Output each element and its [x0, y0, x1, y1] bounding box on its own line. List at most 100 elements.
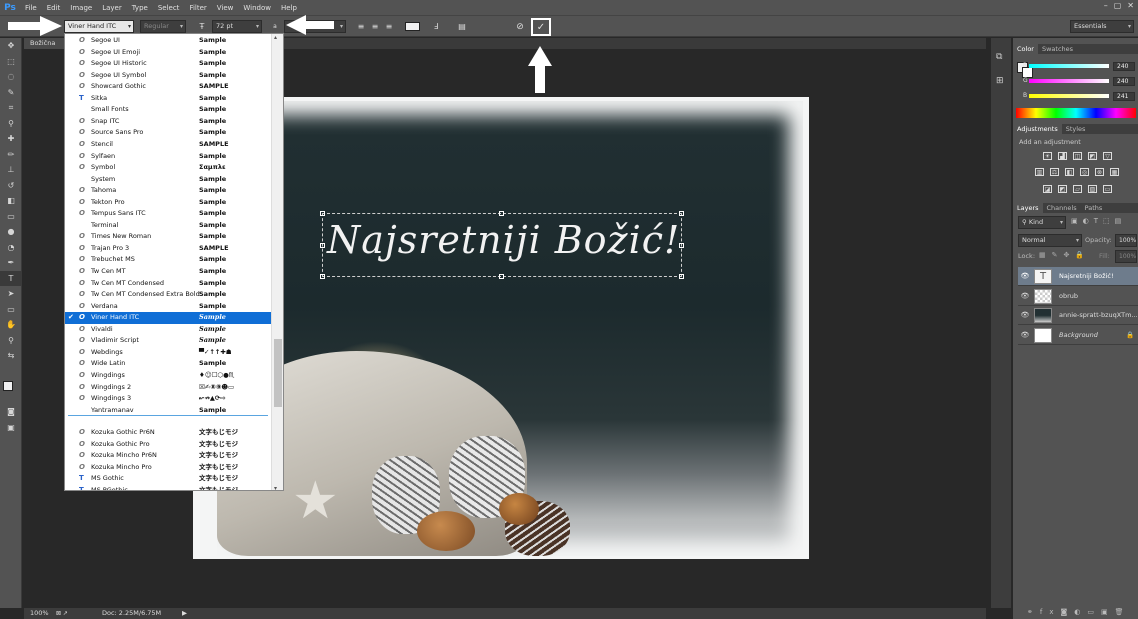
transform-handle[interactable]	[679, 274, 684, 279]
font-list-item[interactable]: O Kozuka Mincho Pro 文字もじモジ	[65, 462, 271, 474]
menu-select[interactable]: Select	[153, 4, 185, 12]
adjustment-icon[interactable]: ◫	[1073, 152, 1082, 160]
menu-image[interactable]: Image	[65, 4, 97, 12]
minimize-button[interactable]: –	[1104, 1, 1108, 10]
adjustment-icon[interactable]: ⚖	[1050, 168, 1059, 176]
red-slider[interactable]	[1029, 64, 1109, 68]
visibility-eye-icon[interactable]: 👁	[1020, 267, 1030, 286]
font-list-item[interactable]: O Wingdings 3 ↜↛▲⟳⇨	[65, 393, 271, 405]
adjustment-icon[interactable]: ▽	[1103, 152, 1112, 160]
foreground-color-swatch[interactable]	[3, 381, 13, 391]
font-list-item[interactable]: O Segoe UI Sample	[65, 35, 271, 47]
font-list-item[interactable]: O Symbol Σαμπλε	[65, 162, 271, 174]
align-right-icon[interactable]: ≡	[383, 21, 395, 33]
move-tool-icon[interactable]: ✥	[0, 38, 22, 54]
font-list-item[interactable]: T MS PGothic 文字もじモジ	[65, 485, 271, 490]
tab-styles[interactable]: Styles	[1062, 124, 1090, 134]
shape-tool-icon[interactable]: ▭	[0, 302, 22, 318]
font-list-item[interactable]: O Showcard Gothic SAMPLE	[65, 81, 271, 93]
warp-text-icon[interactable]: Ⅎ	[430, 21, 442, 33]
layer-row[interactable]: 🔒 👁 Background	[1018, 326, 1138, 345]
font-list-item[interactable]: O Trebuchet MS Sample	[65, 254, 271, 266]
transform-handle[interactable]	[320, 211, 325, 216]
blue-slider[interactable]	[1029, 94, 1109, 98]
align-center-icon[interactable]: ≡	[369, 21, 381, 33]
transform-handle[interactable]	[499, 211, 504, 216]
adjustment-icon[interactable]: ☀	[1043, 152, 1052, 160]
font-list-item[interactable]: O Wingdings 2 ☒✍⑧⑨☻▭	[65, 382, 271, 394]
marquee-tool-icon[interactable]: ⬚	[0, 54, 22, 70]
font-list-item[interactable]: O Tw Cen MT Condensed Extra Bold Sample	[65, 289, 271, 301]
layer-row[interactable]: 👁 T Najsretniji Božić!	[1018, 267, 1138, 286]
headline-text-layer[interactable]: Najsretniji Božić!	[322, 213, 682, 277]
workspace-select[interactable]: Essentials ▾	[1070, 20, 1134, 33]
font-list-item[interactable]: O Segoe UI Emoji Sample	[65, 47, 271, 59]
menu-file[interactable]: File	[20, 4, 42, 12]
menu-edit[interactable]: Edit	[42, 4, 66, 12]
healing-tool-icon[interactable]: ✚	[0, 131, 22, 147]
font-list-item[interactable]: O Wingdings ♦☺☐⬡●♏	[65, 370, 271, 382]
adjustment-icon[interactable]: ▭	[1103, 185, 1112, 193]
commit-icon[interactable]: ✓	[531, 18, 551, 36]
font-list-item[interactable]: System Sample	[65, 174, 271, 186]
layer-row[interactable]: 👁 annie-spratt-bzuqXTm...	[1018, 306, 1138, 325]
font-list-item[interactable]: T MS Gothic 文字もじモジ	[65, 473, 271, 485]
tab-channels[interactable]: Channels	[1043, 203, 1081, 213]
adjustment-icon[interactable]: ▥	[1035, 168, 1044, 176]
font-family-select[interactable]: Viner Hand ITC ▾	[64, 20, 134, 33]
adjustment-icon[interactable]: ▦	[1110, 168, 1119, 176]
font-list-item[interactable]: O Kozuka Gothic Pr6N 文字もじモジ	[65, 427, 271, 439]
swap-colors-icon[interactable]: ⇆	[0, 348, 22, 364]
adjustment-icon[interactable]: ▟	[1058, 152, 1067, 160]
font-list-item[interactable]: O Tahoma Sample	[65, 185, 271, 197]
font-list-item[interactable]: O Tempus Sans ITC Sample	[65, 208, 271, 220]
adjustment-icon[interactable]: ▧	[1088, 185, 1097, 193]
tab-swatches[interactable]: Swatches	[1038, 44, 1077, 54]
cancel-icon[interactable]: ⊘	[514, 21, 526, 33]
font-list-item[interactable]: O Vladimir Script Sample	[65, 335, 271, 347]
menu-filter[interactable]: Filter	[184, 4, 211, 12]
eraser-tool-icon[interactable]: ◧	[0, 193, 22, 209]
layer-action-icons[interactable]: ⚭fx◙◐▭▣🗑	[1027, 608, 1131, 616]
font-style-select[interactable]: Regular ▾	[140, 20, 186, 33]
font-list-item[interactable]: O Snap ITC Sample	[65, 116, 271, 128]
font-list-item[interactable]: O Wide Latin Sample	[65, 358, 271, 370]
align-left-icon[interactable]: ≡	[355, 21, 367, 33]
font-list-item[interactable]: O Kozuka Mincho Pr6N 文字もじモジ	[65, 450, 271, 462]
font-list-item[interactable]: T Sitka Sample	[65, 93, 271, 105]
dodge-tool-icon[interactable]: ◔	[0, 240, 22, 256]
tab-color[interactable]: Color	[1013, 44, 1038, 54]
zoom-level[interactable]: 100%	[30, 608, 49, 619]
adjustment-icon[interactable]: ◩	[1088, 152, 1097, 160]
opacity-input[interactable]: 100%	[1115, 234, 1137, 247]
font-list-item[interactable]: Small Fonts Sample	[65, 104, 271, 116]
font-list-item[interactable]: O Source Sans Pro Sample	[65, 127, 271, 139]
red-value[interactable]: 240	[1113, 62, 1135, 71]
history-panel-icon[interactable]: ⧉	[996, 52, 1002, 62]
quick-select-tool-icon[interactable]: ✎	[0, 85, 22, 101]
layer-filter-select[interactable]: ⚲ Kind ▾	[1018, 216, 1066, 229]
character-panel-icon[interactable]: ▤	[456, 21, 468, 33]
zoom-tool-icon[interactable]: ⚲	[0, 333, 22, 349]
layer-row[interactable]: 👁 obrub	[1018, 287, 1138, 306]
type-tool-icon[interactable]: T	[0, 270, 22, 286]
scroll-down-icon[interactable]: ▾	[274, 485, 277, 490]
close-button[interactable]: ✕	[1127, 1, 1134, 10]
brush-tool-icon[interactable]: ✏	[0, 147, 22, 163]
font-list-item[interactable]: O Segoe UI Symbol Sample	[65, 70, 271, 82]
visibility-eye-icon[interactable]: 👁	[1020, 287, 1030, 306]
tab-adjustments[interactable]: Adjustments	[1013, 124, 1062, 134]
menu-type[interactable]: Type	[127, 4, 153, 12]
hand-tool-icon[interactable]: ✋	[0, 317, 22, 333]
lock-icons[interactable]: ▦✎✥🔒	[1039, 251, 1090, 259]
play-icon[interactable]: ▶	[182, 608, 187, 619]
tab-paths[interactable]: Paths	[1081, 203, 1107, 213]
maximize-button[interactable]: ▢	[1114, 1, 1122, 10]
transform-handle[interactable]	[679, 211, 684, 216]
green-slider[interactable]	[1029, 79, 1109, 83]
quick-mask-icon[interactable]: ◙	[0, 404, 22, 420]
text-color-swatch[interactable]	[405, 22, 420, 31]
blur-tool-icon[interactable]: ●	[0, 224, 22, 240]
layer-filter-icons[interactable]: ▣◐T⬚▤	[1071, 217, 1126, 225]
font-list-item[interactable]: O Trajan Pro 3 SAMPLE	[65, 243, 271, 255]
